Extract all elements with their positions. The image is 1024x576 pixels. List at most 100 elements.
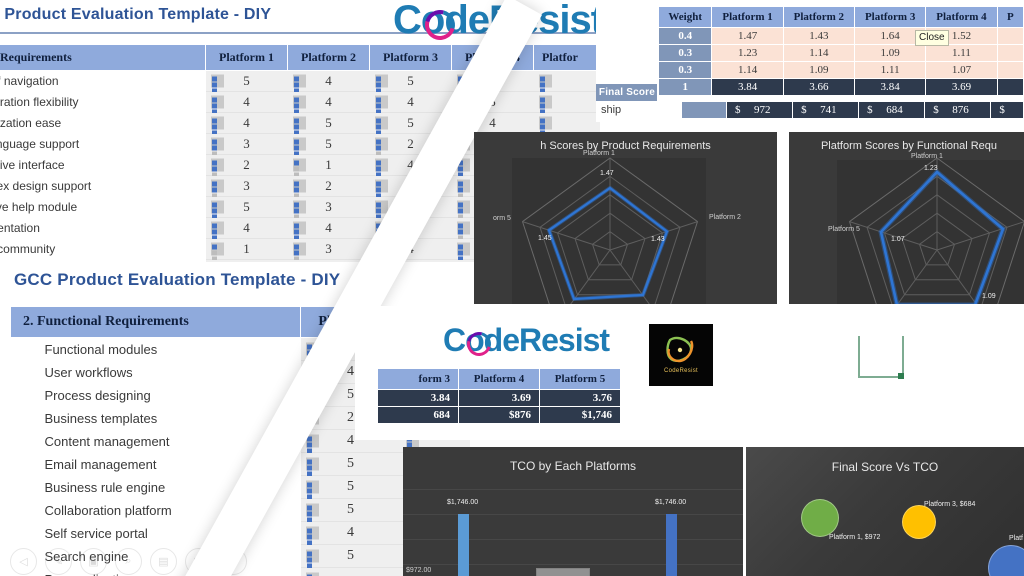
weighted-value[interactable]: 1.09	[782, 61, 856, 79]
score-cell[interactable]: 4	[369, 91, 452, 120]
weighted-value[interactable]: 1.47	[711, 27, 784, 45]
score-value: 5	[243, 199, 250, 214]
codresist-logo-caption: CodeResist	[663, 368, 698, 374]
score-indicator-icon	[305, 503, 319, 528]
tco-label: ship	[596, 101, 682, 119]
weighted-value[interactable]: 1.09	[854, 44, 927, 62]
score-value: 5	[407, 115, 414, 130]
col-w-platform-5: P	[996, 6, 1024, 28]
bubble-label-platform-1: Platform 1, $972	[829, 534, 881, 541]
score-cell[interactable]: 3	[287, 238, 370, 261]
summary-tco-5: $1,746	[539, 406, 621, 424]
weighted-value[interactable]	[996, 61, 1024, 79]
col-requirements: uct Requirements	[0, 44, 206, 71]
score-cell[interactable]	[533, 91, 600, 120]
final-score-value	[996, 78, 1024, 96]
score-cell[interactable]: 4	[287, 217, 370, 246]
page-title-top: C Product Evaluation Template - DIY	[0, 6, 272, 23]
radar-2-axis-platform-5: Platform 5	[828, 226, 860, 233]
score-value: 3	[325, 199, 332, 214]
slide-view-button[interactable]: ▣	[80, 548, 107, 575]
score-cell[interactable]: 1	[205, 238, 288, 261]
summary-table: form 3 Platform 4 Platform 5 3.84 3.69 3…	[377, 368, 621, 424]
score-value: 4	[347, 364, 354, 379]
score-cell[interactable]: 4	[287, 91, 370, 120]
score-cell[interactable]: 5	[300, 475, 401, 505]
currency-symbol-4: $	[933, 104, 939, 116]
score-cell[interactable]: 2	[205, 154, 288, 183]
weights-row[interactable]: 0.3 1.14 1.09 1.11 1.07	[657, 61, 1024, 79]
weighted-value[interactable]	[996, 44, 1024, 62]
weights-body: 0.4 1.47 1.43 1.64 1.52 0.3 1.23 1.14 1.09 1.11 0.…	[657, 27, 1024, 96]
table-row[interactable]: e of navigation5455	[0, 70, 600, 99]
weights-row[interactable]: 0.4 1.47 1.43 1.64 1.52	[657, 27, 1024, 45]
row-label: User workflows	[10, 360, 301, 384]
score-value: 2	[407, 136, 414, 151]
tco-row: ship $972 $741 $684 $876 $	[596, 101, 1024, 119]
score-value: 3	[243, 178, 250, 193]
score-value: 4	[243, 115, 250, 130]
score-indicator-icon	[374, 116, 388, 141]
weighted-value[interactable]	[996, 27, 1024, 45]
score-indicator-icon	[538, 74, 552, 99]
selection-handle	[898, 373, 904, 379]
table-row[interactable]: omization ease 4 5 5 4	[0, 112, 600, 141]
score-cell[interactable]: 5	[287, 133, 370, 162]
score-cell[interactable]: 5	[205, 70, 288, 99]
final-score-value: 3.84	[711, 78, 784, 96]
score-cell[interactable]	[300, 567, 401, 576]
weights-header-row: Weight Platform 1 Platform 2 Platform 3 …	[657, 6, 1024, 28]
score-cell[interactable]: 5	[300, 452, 401, 482]
score-value: 4	[243, 94, 250, 109]
score-cell[interactable]: 5	[369, 70, 452, 99]
pen-tool-button[interactable]: ✎	[45, 548, 72, 575]
row-label: omization ease	[0, 112, 206, 134]
weighted-value[interactable]: 1.07	[925, 61, 998, 79]
score-indicator-icon	[292, 200, 306, 225]
weight-value: 0.3	[657, 44, 713, 62]
weighted-value[interactable]: 1.11	[854, 61, 927, 79]
bubble-label-platform-3: Platform 3, $684	[924, 501, 976, 508]
weights-row[interactable]: 0.3 1.23 1.14 1.09 1.11	[657, 44, 1024, 62]
score-cell[interactable]: 5	[300, 498, 401, 528]
chart-4-title: Final Score Vs TCO	[831, 460, 939, 474]
weighted-value[interactable]: 1.14	[782, 44, 856, 62]
score-cell[interactable]: 5	[205, 196, 288, 225]
score-cell[interactable]: 3	[205, 133, 288, 162]
score-cell[interactable]: 3	[287, 196, 370, 225]
tco-value-4: 876	[952, 104, 969, 116]
score-cell[interactable]: 4	[300, 521, 401, 551]
weighted-value[interactable]: 1.11	[925, 44, 998, 62]
score-indicator-icon	[210, 179, 224, 204]
subtitles-button[interactable]: ▤	[150, 548, 177, 575]
radar-1-value-platform-5: 1.45	[538, 235, 552, 242]
score-cell[interactable]: 4	[205, 91, 288, 120]
radar-2-value-platform-5: 1.07	[891, 236, 905, 243]
score-cell[interactable]: 4	[205, 112, 288, 141]
row-label: ne community	[0, 238, 206, 260]
table-row[interactable]: figuration flexibility4445	[0, 91, 600, 120]
score-value: 2	[325, 178, 332, 193]
score-cell[interactable]: 3	[205, 175, 288, 204]
score-cell[interactable]: 1	[287, 154, 370, 183]
tco-value-3: 684	[886, 104, 903, 116]
score-cell[interactable]: 4	[287, 70, 370, 99]
table-row[interactable]: Email management 5	[10, 452, 470, 482]
weighted-value[interactable]: 1.43	[782, 27, 856, 45]
row-label: umentation	[0, 217, 206, 239]
score-cell[interactable]	[533, 112, 600, 141]
score-cell[interactable]	[533, 70, 600, 99]
radar-1-value-platform-2: 1.43	[651, 236, 665, 243]
previous-slide-button[interactable]: ◁	[10, 548, 37, 575]
col-platform-1: Platform 1	[205, 44, 288, 71]
score-cell[interactable]: 5	[287, 112, 370, 141]
score-cell[interactable]: 4	[205, 217, 288, 246]
weighted-value[interactable]: 1.14	[711, 61, 784, 79]
score-indicator-icon	[456, 221, 470, 246]
score-cell[interactable]: 2	[287, 175, 370, 204]
weighted-value[interactable]: 1.23	[711, 44, 784, 62]
score-value: 4	[325, 94, 332, 109]
score-indicator-icon	[456, 179, 470, 204]
score-cell[interactable]: 5	[300, 544, 401, 574]
zoom-search-button[interactable]: ⌕	[115, 548, 142, 575]
